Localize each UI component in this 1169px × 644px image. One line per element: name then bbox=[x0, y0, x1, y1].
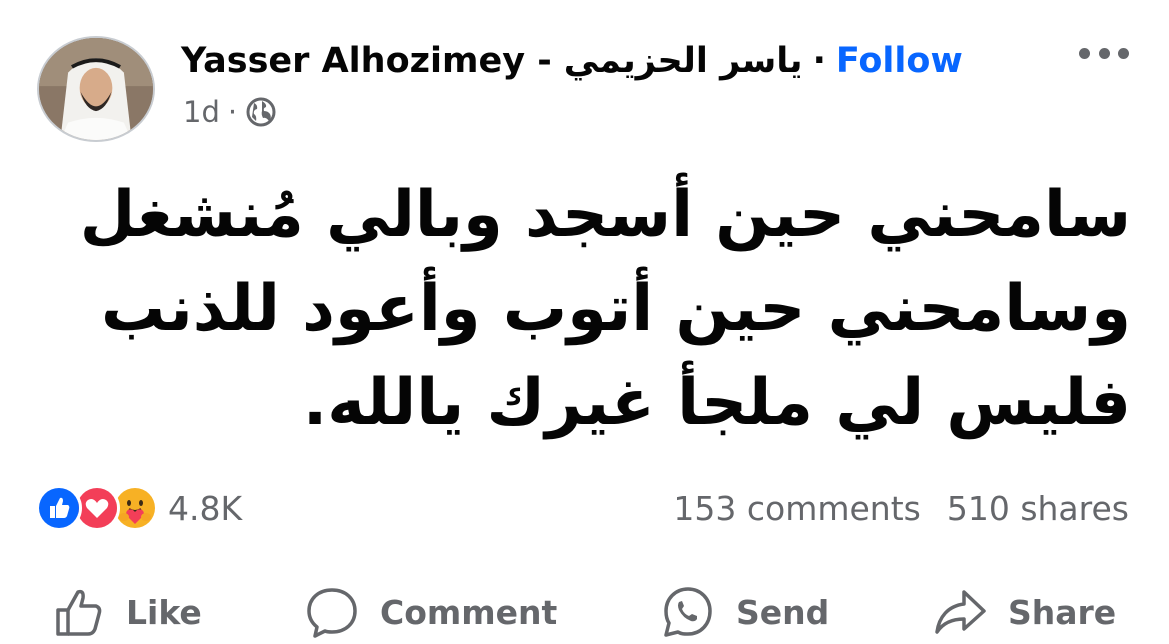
comment-bubble-icon bbox=[307, 588, 357, 638]
send-button[interactable]: Send bbox=[660, 582, 829, 642]
action-bar: Like Comment Send Share bbox=[0, 582, 1169, 644]
post-text-line: سامحني حين أسجد وبالي مُنشغل bbox=[79, 178, 1131, 252]
post-header: Yasser Alhozimey - ياسر الحزيمي · Follow bbox=[181, 38, 963, 84]
like-reaction-icon bbox=[36, 485, 82, 531]
whatsapp-icon bbox=[664, 587, 712, 637]
author-name-arabic[interactable]: ياسر الحزيمي bbox=[564, 41, 803, 81]
more-dot-icon bbox=[1079, 47, 1090, 59]
more-dot-icon bbox=[1118, 47, 1129, 59]
author-name[interactable]: Yasser Alhozimey - bbox=[181, 41, 552, 81]
reactions-summary[interactable]: 4.8K bbox=[36, 483, 242, 533]
comment-button[interactable]: Comment bbox=[304, 582, 557, 642]
share-label: Share bbox=[1008, 592, 1117, 632]
more-options-icon[interactable] bbox=[1079, 40, 1129, 66]
share-arrow-icon bbox=[935, 590, 986, 634]
like-button[interactable]: Like bbox=[50, 582, 202, 642]
post-timestamp[interactable]: 1d bbox=[183, 95, 220, 129]
thumbs-up-icon bbox=[56, 589, 102, 636]
comments-count[interactable]: 153 comments bbox=[673, 489, 920, 528]
more-dot-icon bbox=[1098, 47, 1110, 59]
comment-label: Comment bbox=[380, 592, 558, 632]
author-avatar[interactable] bbox=[37, 36, 155, 142]
post-stats: 153 comments 510 shares bbox=[673, 486, 1129, 530]
meta-separator: · bbox=[227, 95, 238, 129]
follow-button[interactable]: Follow bbox=[836, 41, 963, 81]
share-button[interactable]: Share bbox=[932, 582, 1116, 642]
post-body: سامحني حين أسجد وبالي مُنشغل وسامحني حين… bbox=[31, 168, 1131, 450]
reactions-count: 4.8K bbox=[168, 488, 243, 528]
globe-icon[interactable] bbox=[245, 96, 277, 128]
send-label: Send bbox=[736, 592, 830, 632]
avatar-photo bbox=[39, 38, 153, 140]
post-text-line: فليس لي ملجأ غيرك يالله. bbox=[302, 366, 1131, 440]
post-text-line: وسامحني حين أتوب وأعود للذنب bbox=[100, 272, 1131, 346]
post-meta: 1d · bbox=[183, 92, 277, 132]
like-label: Like bbox=[126, 592, 202, 632]
shares-count[interactable]: 510 shares bbox=[947, 489, 1129, 528]
separator-dot: · bbox=[812, 41, 826, 81]
